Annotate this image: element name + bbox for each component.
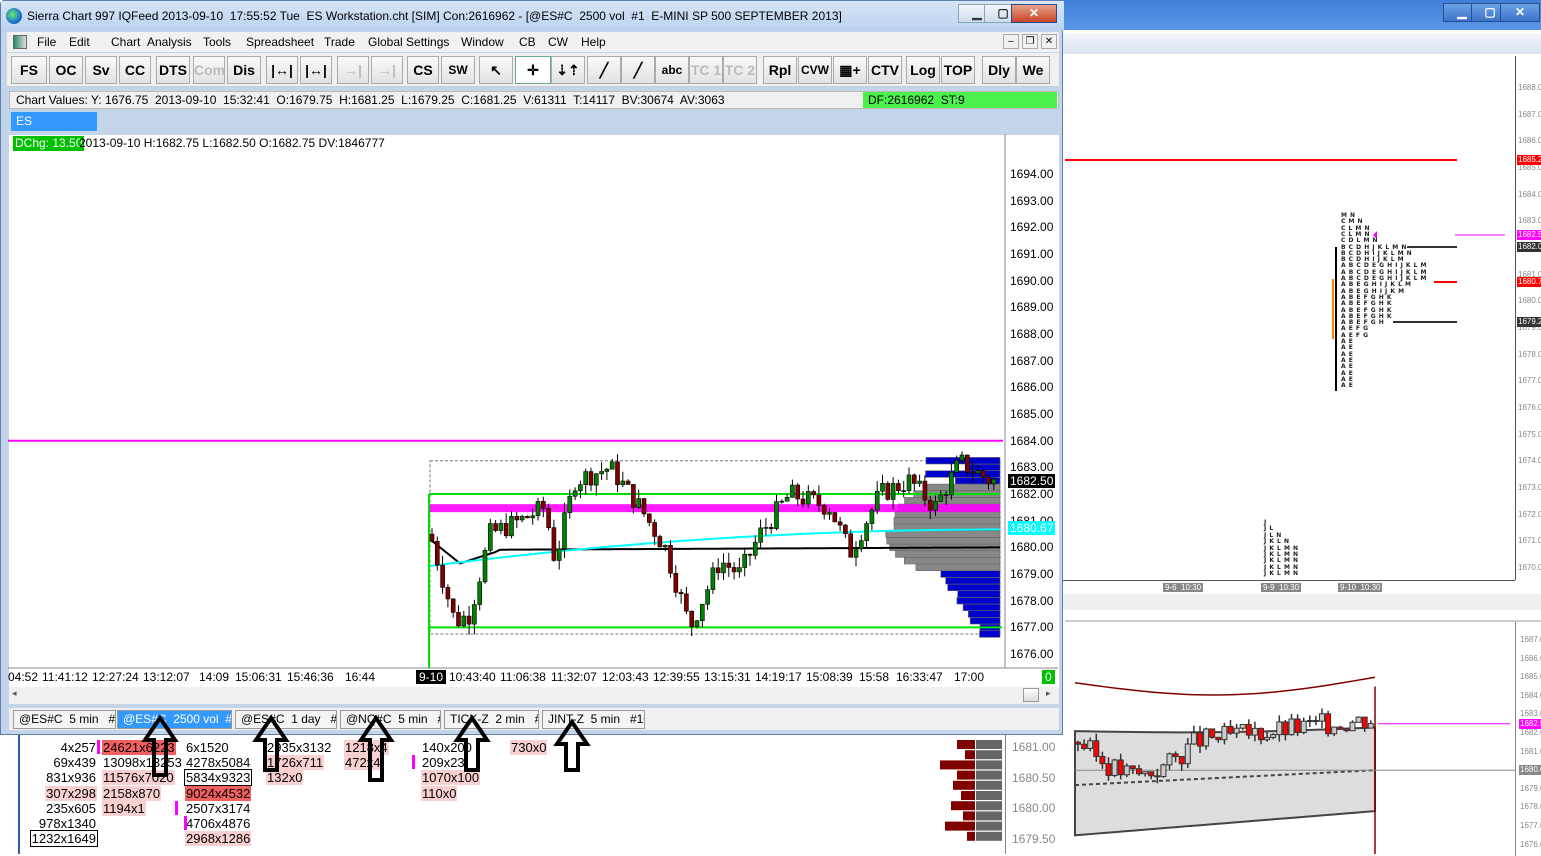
up-arrow-icon xyxy=(357,714,395,782)
up-arrow-icon xyxy=(453,714,491,772)
candle-body xyxy=(1221,725,1228,741)
candle-body xyxy=(1325,713,1332,735)
candle-body xyxy=(1276,721,1283,736)
axis-label: 1684.0 xyxy=(1520,690,1541,700)
candle-body xyxy=(1142,771,1149,775)
candle-body xyxy=(1075,741,1081,745)
candle-body xyxy=(1306,720,1313,723)
candle-body xyxy=(1166,753,1173,766)
candle-body xyxy=(1178,756,1185,765)
candle-body xyxy=(1233,727,1240,734)
candle-body xyxy=(1337,726,1344,730)
axis-label: 1676.0 xyxy=(1520,839,1541,849)
axis-label: 1686.0 xyxy=(1520,653,1541,663)
candle-body xyxy=(1154,775,1161,778)
axis-label: 1677.0 xyxy=(1520,821,1541,830)
candle-body xyxy=(1190,732,1197,745)
candle-body xyxy=(1349,721,1356,732)
candle-body xyxy=(1239,723,1246,729)
candle-body xyxy=(1215,736,1222,741)
candle-body xyxy=(1288,718,1295,736)
up-arrow-icon xyxy=(553,718,591,772)
candle-body xyxy=(1087,740,1094,749)
up-arrow-icon xyxy=(252,714,290,772)
candle-body xyxy=(1294,718,1301,733)
candle-body xyxy=(1129,765,1136,770)
candle-body xyxy=(1160,764,1167,778)
annotation-arrows xyxy=(141,714,591,782)
candle-body xyxy=(1282,721,1289,736)
candle-body xyxy=(1184,743,1191,765)
axis-label: 1683.0 xyxy=(1520,709,1541,719)
candle-body xyxy=(1136,768,1142,775)
candle-body xyxy=(1209,728,1216,738)
candle-body xyxy=(1197,732,1203,747)
candle-body xyxy=(1117,759,1124,776)
candle-body xyxy=(1355,716,1362,723)
axis-label: 1681.0 xyxy=(1520,746,1541,756)
upper-envelope-line xyxy=(1074,676,1376,696)
candle-body xyxy=(1361,716,1368,729)
candle-body xyxy=(1111,759,1118,776)
price-tag: 1682.5 xyxy=(1519,718,1541,729)
axis-label: 1682.0 xyxy=(1520,728,1541,737)
candle-body xyxy=(1343,728,1350,732)
candle-body xyxy=(1300,720,1307,733)
candle-body xyxy=(1227,725,1234,734)
candle-body xyxy=(1319,713,1325,722)
candle-body xyxy=(1172,753,1179,758)
candle-body xyxy=(1123,765,1130,776)
candle-body xyxy=(1081,743,1088,749)
candle-body xyxy=(1312,720,1319,723)
axis-label: 1678.0 xyxy=(1520,802,1541,812)
candle-body xyxy=(1331,726,1338,735)
axis-label: 1685.0 xyxy=(1520,672,1541,682)
candle-body xyxy=(1099,755,1106,765)
axis-label: 1679.0 xyxy=(1520,783,1541,793)
candle-body xyxy=(1245,723,1252,736)
up-arrow-icon xyxy=(141,714,179,777)
candle-body xyxy=(1251,727,1258,736)
candle-body xyxy=(1258,727,1264,741)
candle-body xyxy=(1270,734,1277,738)
price-tag: 1680.0 xyxy=(1519,765,1541,776)
candle-body xyxy=(1148,771,1155,777)
candle-body xyxy=(1367,723,1374,729)
candle-body xyxy=(1105,763,1112,776)
candle-body xyxy=(1093,740,1100,757)
candle-body xyxy=(1264,736,1271,741)
axis-label: 1687.0 xyxy=(1520,635,1541,644)
candle-body xyxy=(1203,728,1210,747)
